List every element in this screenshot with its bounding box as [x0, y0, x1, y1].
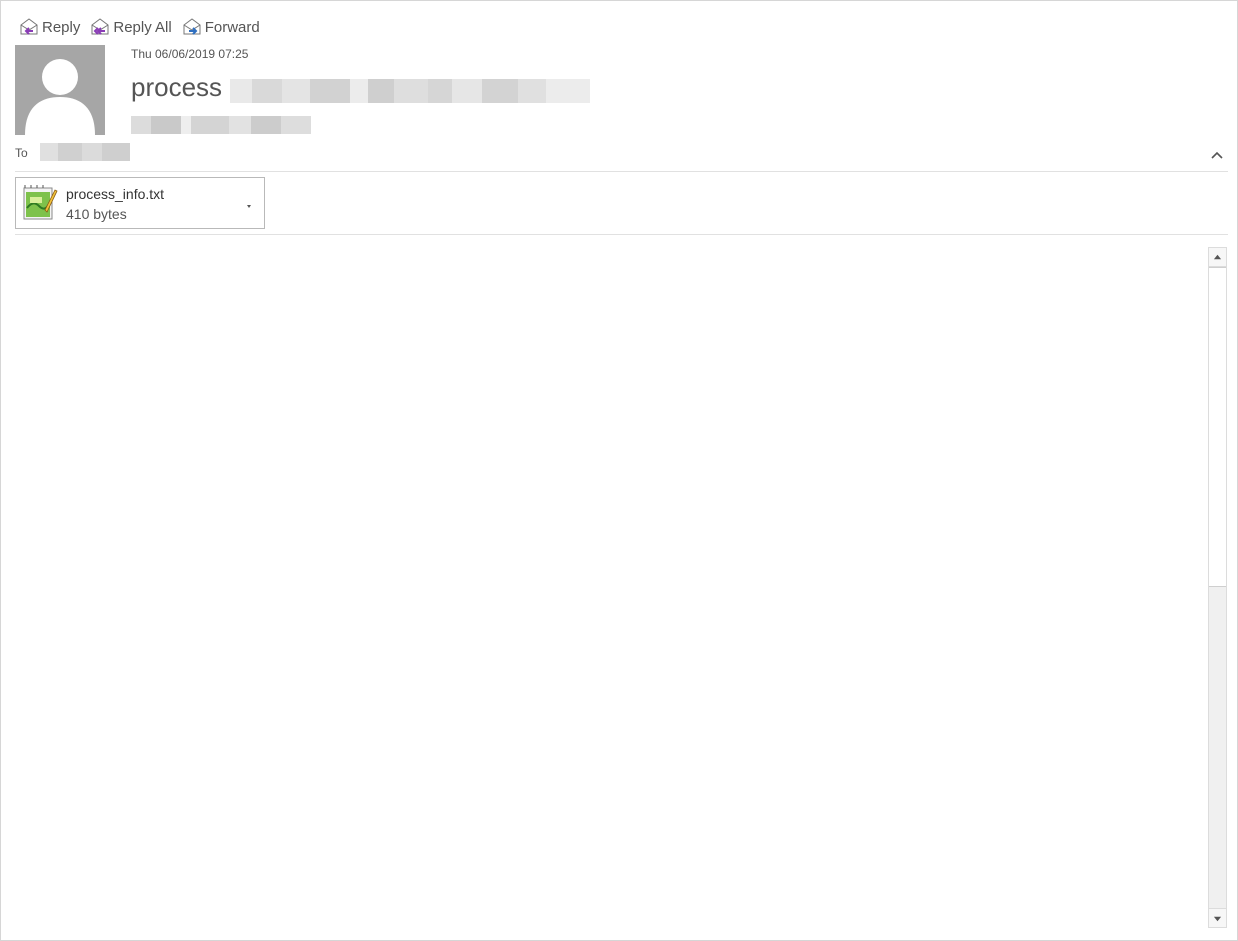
caret-down-icon [247, 205, 251, 208]
notepad-text-file-icon [23, 185, 58, 220]
scrollbar-thumb[interactable] [1209, 267, 1226, 587]
sender-avatar [15, 45, 105, 135]
reply-button[interactable]: Reply [18, 15, 80, 39]
redacted-recipient-text [40, 143, 130, 161]
person-silhouette-icon [25, 59, 95, 135]
arrow-up-icon [1213, 254, 1222, 259]
attachment-card[interactable]: process_info.txt 410 bytes [15, 177, 265, 229]
forward-label: Forward [204, 18, 260, 36]
reply-icon [20, 18, 38, 35]
header-divider [15, 171, 1228, 172]
reply-all-label: Reply All [113, 18, 172, 36]
message-date: Thu 06/06/2019 07:25 [131, 47, 249, 61]
to-label: To [15, 146, 28, 160]
vertical-scrollbar[interactable] [1208, 247, 1227, 928]
message-toolbar: Reply Reply All Forward [18, 15, 269, 39]
forward-button[interactable]: Forward [181, 15, 260, 39]
reply-all-icon [91, 18, 109, 35]
message-subject: process [131, 72, 223, 102]
scroll-up-button[interactable] [1209, 248, 1226, 267]
arrow-down-icon [1213, 916, 1222, 921]
redacted-subject-text [230, 79, 590, 103]
attachment-name: process_info.txt [66, 186, 165, 202]
message-body[interactable] [15, 247, 1205, 928]
attachment-divider [15, 234, 1228, 235]
collapse-header-button[interactable] [1209, 147, 1225, 163]
reply-all-button[interactable]: Reply All [89, 15, 172, 39]
reply-label: Reply [42, 18, 81, 36]
attachment-dropdown-button[interactable] [244, 198, 254, 208]
scroll-down-button[interactable] [1209, 908, 1226, 927]
forward-icon [183, 18, 201, 35]
redacted-sender-text [131, 116, 311, 134]
attachment-size: 410 bytes [66, 206, 127, 222]
chevron-up-icon [1211, 151, 1223, 159]
